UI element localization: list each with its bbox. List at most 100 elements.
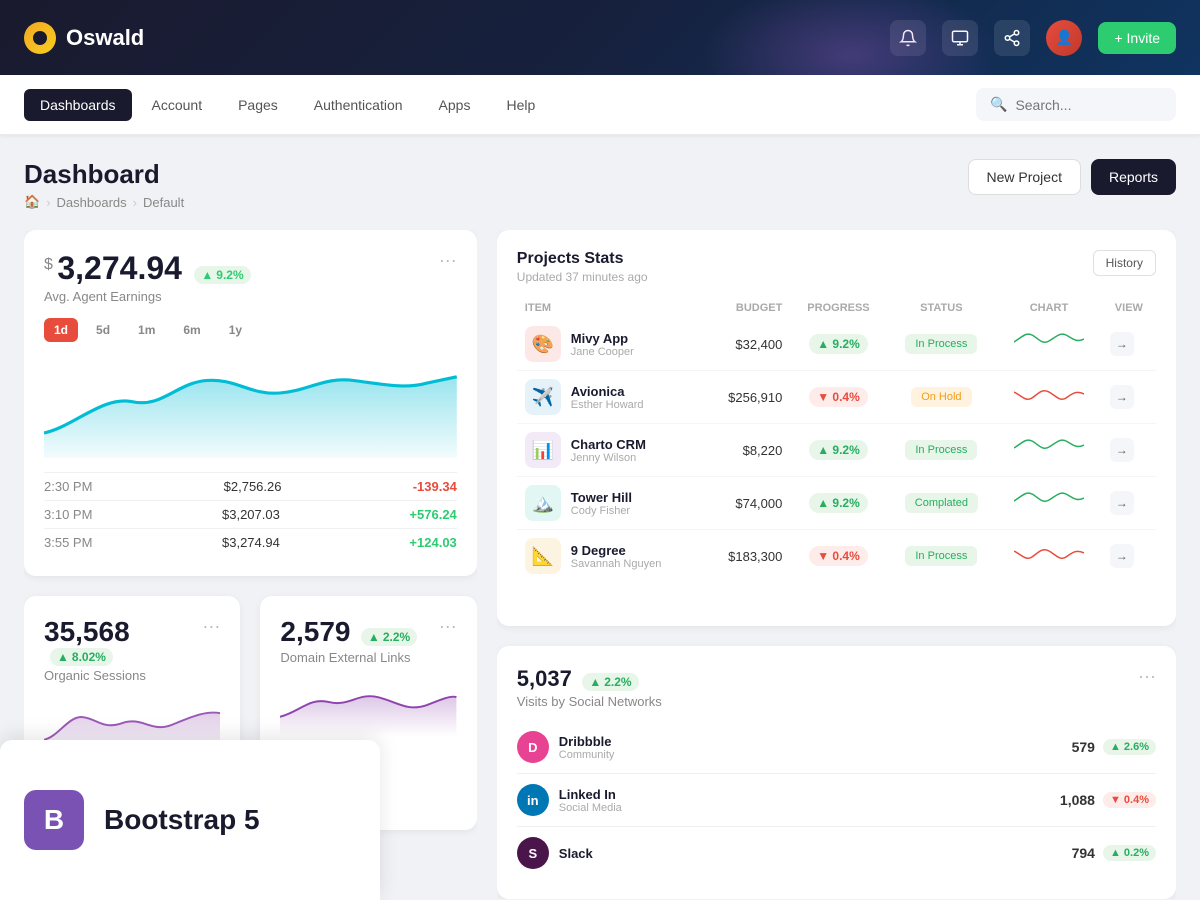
social-type: Community bbox=[559, 749, 1072, 761]
app-name: Oswald bbox=[66, 25, 144, 51]
projects-card-title: Projects Stats bbox=[517, 250, 648, 268]
nav-item-account[interactable]: Account bbox=[136, 89, 219, 121]
val-3: $3,274.94 bbox=[222, 535, 280, 550]
earnings-header: $ 3,274.94 ▲ 9.2% Avg. Agent Earnings bbox=[44, 250, 251, 304]
view-cell[interactable]: → bbox=[1102, 477, 1156, 530]
nav-item-authentication[interactable]: Authentication bbox=[298, 89, 419, 121]
table-row: 📊 Charto CRM Jenny Wilson $8,220 ▲ 9.2% … bbox=[517, 424, 1156, 477]
view-button[interactable]: → bbox=[1110, 544, 1134, 568]
breadcrumb-dashboards[interactable]: Dashboards bbox=[57, 195, 127, 210]
reports-button[interactable]: Reports bbox=[1091, 159, 1176, 195]
social-icon: D bbox=[517, 731, 549, 763]
search-input[interactable] bbox=[1015, 97, 1162, 113]
main-content: Dashboard 🏠 › Dashboards › Default New P… bbox=[0, 135, 1200, 900]
chart-cell bbox=[996, 424, 1102, 477]
social-info: Linked In Social Media bbox=[559, 787, 1060, 814]
social-menu[interactable]: ··· bbox=[1138, 666, 1156, 709]
budget-cell: $256,910 bbox=[704, 371, 790, 424]
new-project-button[interactable]: New Project bbox=[968, 159, 1081, 195]
history-button[interactable]: History bbox=[1093, 250, 1156, 276]
sessions-header: 35,568 ▲ 8.02% Organic Sessions bbox=[44, 616, 202, 683]
chart-cell bbox=[996, 371, 1102, 424]
page-header: Dashboard 🏠 › Dashboards › Default New P… bbox=[24, 159, 1176, 210]
time-3: 3:55 PM bbox=[44, 535, 92, 550]
logo-icon bbox=[24, 22, 56, 54]
nav-item-dashboards[interactable]: Dashboards bbox=[24, 89, 132, 121]
col-budget: BUDGET bbox=[704, 298, 790, 318]
view-cell[interactable]: → bbox=[1102, 318, 1156, 371]
breadcrumb: 🏠 › Dashboards › Default bbox=[24, 194, 184, 210]
view-cell[interactable]: → bbox=[1102, 424, 1156, 477]
progress-cell: ▼ 0.4% bbox=[790, 371, 886, 424]
share-icon[interactable] bbox=[994, 20, 1030, 56]
monitor-icon[interactable] bbox=[942, 20, 978, 56]
nav-item-pages[interactable]: Pages bbox=[222, 89, 294, 121]
earnings-label: Avg. Agent Earnings bbox=[44, 289, 251, 304]
earnings-row: 2:30 PM $2,756.26 -139.34 bbox=[44, 472, 457, 500]
time-tab-1y[interactable]: 1y bbox=[219, 318, 252, 342]
logo-area: Oswald bbox=[24, 22, 144, 54]
links-menu[interactable]: ··· bbox=[439, 616, 457, 665]
social-header: 5,037 ▲ 2.2% Visits by Social Networks bbox=[517, 666, 662, 709]
nav-item-help[interactable]: Help bbox=[490, 89, 551, 121]
earnings-value: 3,274.94 bbox=[57, 250, 182, 286]
social-icon: S bbox=[517, 837, 549, 869]
card-menu-button[interactable]: ··· bbox=[439, 250, 457, 304]
time-tab-1m[interactable]: 1m bbox=[128, 318, 165, 342]
view-button[interactable]: → bbox=[1110, 332, 1134, 356]
progress-cell: ▲ 9.2% bbox=[790, 477, 886, 530]
earnings-row: 3:10 PM $3,207.03 +576.24 bbox=[44, 500, 457, 528]
chart-cell bbox=[996, 477, 1102, 530]
earnings-row: 3:55 PM $3,274.94 +124.03 bbox=[44, 528, 457, 556]
table-row: ✈️ Avionica Esther Howard $256,910 ▼ 0.4… bbox=[517, 371, 1156, 424]
col-chart: CHART bbox=[996, 298, 1102, 318]
projects-card-subtitle: Updated 37 minutes ago bbox=[517, 270, 648, 284]
links-header: 2,579 ▲ 2.2% Domain External Links bbox=[280, 616, 417, 665]
sessions-value: 35,568 bbox=[44, 616, 130, 647]
social-name: Slack bbox=[559, 846, 1072, 861]
projects-title-area: Projects Stats Updated 37 minutes ago bbox=[517, 250, 648, 284]
social-item: S Slack 794 ▲ 0.2% bbox=[517, 827, 1156, 879]
time-tab-6m[interactable]: 6m bbox=[173, 318, 210, 342]
view-cell[interactable]: → bbox=[1102, 530, 1156, 583]
view-button[interactable]: → bbox=[1110, 438, 1134, 462]
social-networks-card: 5,037 ▲ 2.2% Visits by Social Networks ·… bbox=[497, 646, 1176, 899]
up-arrow: ▲ bbox=[201, 268, 213, 282]
col-progress: PROGRESS bbox=[790, 298, 886, 318]
social-badge: ▲ 2.2% bbox=[582, 673, 638, 691]
view-cell[interactable]: → bbox=[1102, 371, 1156, 424]
social-count: 1,088 bbox=[1060, 792, 1095, 808]
social-type: Social Media bbox=[559, 802, 1060, 814]
time-tab-1d[interactable]: 1d bbox=[44, 318, 78, 342]
search-icon: 🔍 bbox=[990, 96, 1007, 113]
earnings-table: 2:30 PM $2,756.26 -139.34 3:10 PM $3,207… bbox=[44, 472, 457, 556]
time-1: 2:30 PM bbox=[44, 479, 92, 494]
time-2: 3:10 PM bbox=[44, 507, 92, 522]
notification-icon[interactable] bbox=[890, 20, 926, 56]
val-1: $2,756.26 bbox=[224, 479, 282, 494]
view-button[interactable]: → bbox=[1110, 385, 1134, 409]
social-badge: ▲ 0.2% bbox=[1103, 845, 1156, 861]
nav-item-apps[interactable]: Apps bbox=[423, 89, 487, 121]
links-badge: ▲ 2.2% bbox=[361, 628, 417, 646]
progress-cell: ▲ 9.2% bbox=[790, 318, 886, 371]
social-item: D Dribbble Community 579 ▲ 2.6% bbox=[517, 721, 1156, 774]
invite-button[interactable]: + Invite bbox=[1098, 22, 1176, 54]
budget-cell: $32,400 bbox=[704, 318, 790, 371]
page-title: Dashboard bbox=[24, 159, 184, 190]
project-item-cell: ✈️ Avionica Esther Howard bbox=[517, 371, 704, 424]
social-count: 579 bbox=[1072, 739, 1095, 755]
project-item-cell: 📐 9 Degree Savannah Nguyen bbox=[517, 530, 704, 583]
social-name: Dribbble bbox=[559, 734, 1072, 749]
status-cell: In Process bbox=[887, 530, 997, 583]
view-button[interactable]: → bbox=[1110, 491, 1134, 515]
sessions-menu[interactable]: ··· bbox=[202, 616, 220, 683]
time-tab-5d[interactable]: 5d bbox=[86, 318, 120, 342]
top-header: Oswald 👤 + Invite bbox=[0, 0, 1200, 75]
links-value: 2,579 bbox=[280, 616, 350, 647]
header-actions: 👤 + Invite bbox=[890, 20, 1176, 56]
change-2: +576.24 bbox=[409, 507, 456, 522]
bootstrap-overlay: B Bootstrap 5 bbox=[0, 740, 380, 900]
breadcrumb-default[interactable]: Default bbox=[143, 195, 184, 210]
user-avatar[interactable]: 👤 bbox=[1046, 20, 1082, 56]
